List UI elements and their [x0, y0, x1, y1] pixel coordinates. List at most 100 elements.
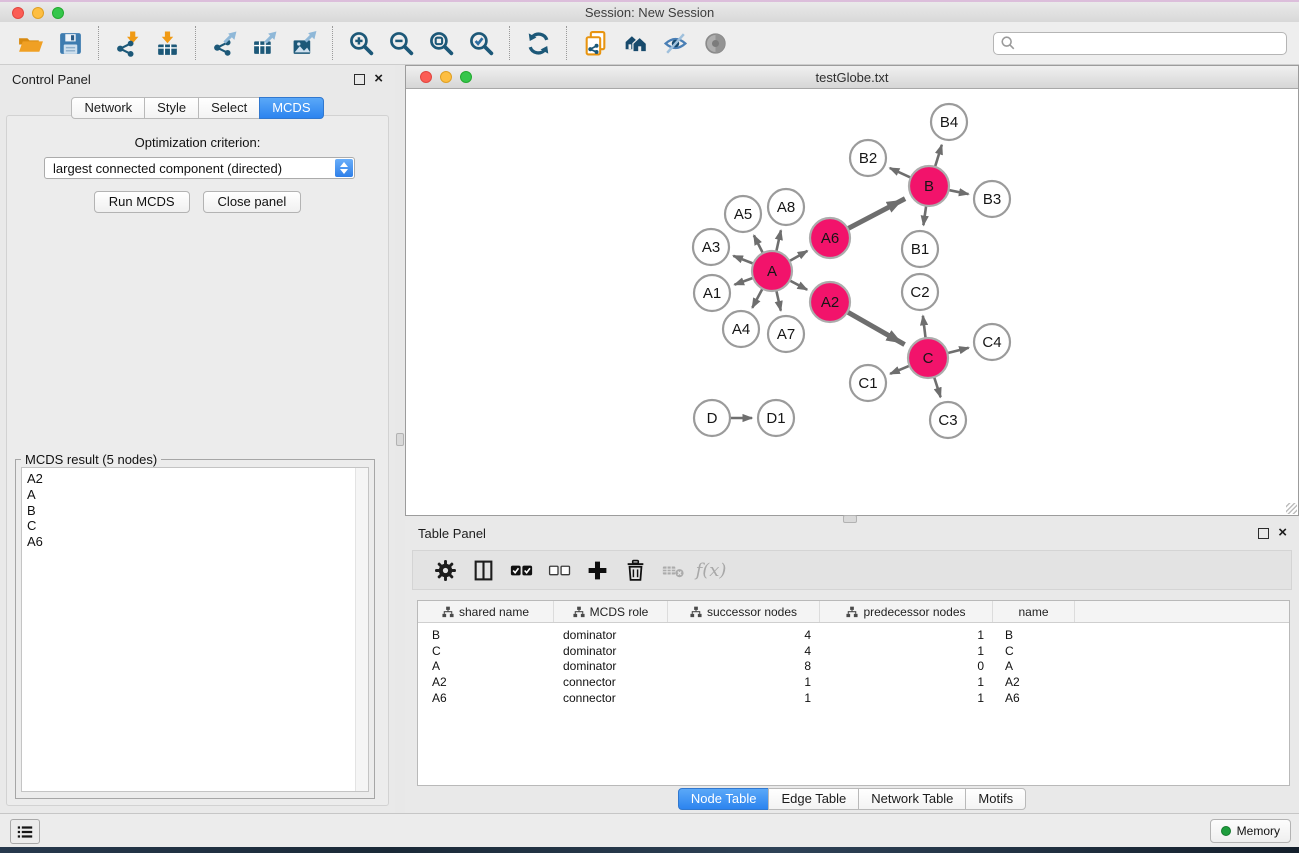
graph-node-B2[interactable]: B2 [850, 140, 886, 176]
hide-selected-button[interactable] [657, 25, 693, 61]
graph-node-A6[interactable]: A6 [810, 218, 850, 258]
tab-node-table[interactable]: Node Table [678, 788, 770, 810]
home-button[interactable] [617, 25, 653, 61]
close-panel-button[interactable]: Close panel [203, 191, 302, 213]
graph-edge-A-A2[interactable] [789, 280, 807, 290]
graph-edge-A6-B[interactable] [847, 199, 905, 230]
graph-node-B3[interactable]: B3 [974, 181, 1010, 217]
close-network-button[interactable] [420, 71, 432, 83]
network-canvas[interactable]: A A1 A2 A3 A4 A5 A6 A7 A8 B B1 B2 B3 B4 C C1 C2 C3 C4 D D1 [406, 89, 1298, 515]
graph-node-C[interactable]: C [908, 338, 948, 378]
graph-node-A3[interactable]: A3 [693, 229, 729, 265]
float-panel-icon[interactable] [354, 74, 365, 85]
graph-node-D[interactable]: D [694, 400, 730, 436]
export-network-button[interactable] [206, 25, 242, 61]
graph-edge-A-A3[interactable] [733, 256, 754, 264]
column-header-successor-nodes[interactable]: successor nodes [668, 601, 820, 622]
tab-motifs[interactable]: Motifs [965, 788, 1026, 810]
divider-handle[interactable] [843, 515, 857, 523]
save-session-button[interactable] [52, 25, 88, 61]
refresh-button[interactable] [520, 25, 556, 61]
graph-node-A8[interactable]: A8 [768, 189, 804, 225]
zoom-in-button[interactable] [343, 25, 379, 61]
graph-node-B1[interactable]: B1 [902, 231, 938, 267]
float-panel-icon[interactable] [1258, 528, 1269, 539]
zoom-window-button[interactable] [52, 7, 64, 19]
graph-edge-A-A5[interactable] [754, 235, 764, 254]
minimize-network-button[interactable] [440, 71, 452, 83]
close-panel-icon[interactable]: × [1278, 528, 1287, 538]
graph-node-A4[interactable]: A4 [723, 311, 759, 347]
graph-edge-C-C2[interactable] [923, 316, 926, 339]
task-history-button[interactable] [10, 819, 40, 844]
column-header-predecessor-nodes[interactable]: predecessor nodes [820, 601, 993, 622]
graph-node-A5[interactable]: A5 [725, 196, 761, 232]
table-row[interactable]: A6connector11A6 [418, 690, 1289, 706]
graph-node-A1[interactable]: A1 [694, 275, 730, 311]
network-window-titlebar[interactable]: testGlobe.txt [406, 66, 1298, 89]
mcds-result-item[interactable]: A [27, 487, 368, 503]
table-settings-button[interactable] [426, 553, 464, 587]
column-header-shared-name[interactable]: shared name [418, 601, 554, 622]
graph-edge-C-C1[interactable] [890, 365, 910, 374]
divider-handle[interactable] [396, 433, 404, 446]
import-network-button[interactable] [109, 25, 145, 61]
graph-node-B4[interactable]: B4 [931, 104, 967, 140]
mcds-result-item[interactable]: B [27, 503, 368, 519]
graph-edge-C-C4[interactable] [946, 348, 968, 354]
close-panel-icon[interactable]: × [374, 74, 383, 84]
show-hidden-button[interactable] [697, 25, 733, 61]
run-mcds-button[interactable]: Run MCDS [94, 191, 190, 213]
open-session-button[interactable] [12, 25, 48, 61]
graph-node-C4[interactable]: C4 [974, 324, 1010, 360]
table-row[interactable]: Cdominator41C [418, 643, 1289, 659]
zoom-selected-button[interactable] [463, 25, 499, 61]
memory-button[interactable]: Memory [1210, 819, 1291, 843]
scrollbar[interactable] [355, 468, 368, 791]
panel-divider[interactable] [395, 65, 405, 813]
table-row[interactable]: Bdominator41B [418, 627, 1289, 643]
graph-edge-A-A7[interactable] [776, 290, 781, 311]
column-header-MCDS-role[interactable]: MCDS role [554, 601, 668, 622]
graph-edge-B-B1[interactable] [923, 205, 926, 225]
tab-network[interactable]: Network [71, 97, 145, 119]
graph-node-D1[interactable]: D1 [758, 400, 794, 436]
mcds-result-item[interactable]: A2 [27, 471, 368, 487]
mcds-result-item[interactable]: A6 [27, 534, 368, 550]
search-input[interactable] [1016, 33, 1286, 53]
column-header-name[interactable]: name [993, 601, 1075, 622]
window-resize-handle[interactable] [1286, 503, 1297, 514]
zoom-fit-button[interactable] [423, 25, 459, 61]
mcds-result-item[interactable]: C [27, 518, 368, 534]
graph-edge-A-A1[interactable] [735, 278, 755, 285]
graph-node-A7[interactable]: A7 [768, 316, 804, 352]
graph-edge-A-A8[interactable] [776, 230, 781, 252]
column-options-button[interactable] [464, 553, 502, 587]
graph-node-A2[interactable]: A2 [810, 282, 850, 322]
graph-node-C2[interactable]: C2 [902, 274, 938, 310]
graph-edge-B-B3[interactable] [948, 190, 969, 194]
zoom-out-button[interactable] [383, 25, 419, 61]
graph-edge-A-A4[interactable] [752, 288, 763, 308]
graph-node-B[interactable]: B [909, 166, 949, 206]
criterion-select[interactable]: largest connected component (directed) [44, 157, 355, 179]
import-table-button[interactable] [149, 25, 185, 61]
tab-mcds[interactable]: MCDS [259, 97, 323, 119]
minimize-window-button[interactable] [32, 7, 44, 19]
graph-node-A[interactable]: A [752, 251, 792, 291]
apply-function-button[interactable]: f(x) [692, 553, 730, 587]
duplicate-network-button[interactable] [577, 25, 613, 61]
graph-edge-A-A6[interactable] [789, 251, 808, 262]
tab-style[interactable]: Style [144, 97, 199, 119]
graph-edge-A2-C[interactable] [847, 311, 905, 344]
graph-node-C3[interactable]: C3 [930, 402, 966, 438]
deselect-all-button[interactable] [540, 553, 578, 587]
graph-edge-B-B4[interactable] [935, 145, 942, 168]
table-row[interactable]: Adominator80A [418, 659, 1289, 675]
delete-rows-button[interactable] [616, 553, 654, 587]
graph-edge-B-B2[interactable] [890, 168, 912, 178]
tab-select[interactable]: Select [198, 97, 260, 119]
graph-edge-C-C3[interactable] [934, 376, 941, 397]
export-table-button[interactable] [246, 25, 282, 61]
graph-node-C1[interactable]: C1 [850, 365, 886, 401]
